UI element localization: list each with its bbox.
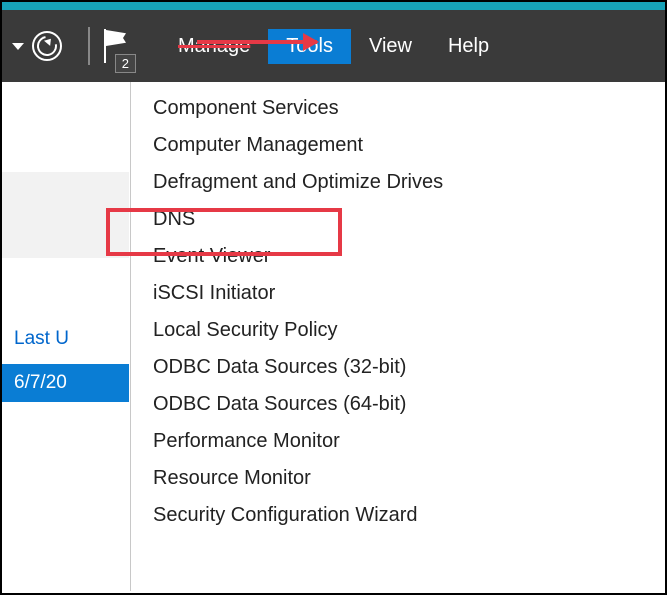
chevron-down-icon[interactable]	[12, 43, 24, 50]
refresh-icon[interactable]	[32, 31, 62, 61]
toolbar-divider	[88, 27, 90, 65]
tools-item-perfmon[interactable]: Performance Monitor	[131, 423, 665, 460]
tools-item-defragment[interactable]: Defragment and Optimize Drives	[131, 164, 665, 201]
content-area: Last U 6/7/20 Component Services Compute…	[2, 82, 665, 591]
left-panel: Last U 6/7/20	[2, 82, 130, 591]
tools-item-odbc-32[interactable]: ODBC Data Sources (32-bit)	[131, 349, 665, 386]
last-updated-link[interactable]: Last U	[2, 320, 129, 358]
tools-item-dns[interactable]: DNS	[131, 201, 665, 238]
tools-item-iscsi[interactable]: iSCSI Initiator	[131, 275, 665, 312]
title-bar-strip	[2, 2, 665, 10]
tools-item-local-security[interactable]: Local Security Policy	[131, 312, 665, 349]
tools-item-security-config[interactable]: Security Configuration Wizard	[131, 497, 665, 534]
notifications-count: 2	[115, 54, 136, 73]
annotation-arrow	[197, 40, 317, 44]
panel-section	[2, 172, 129, 258]
tools-item-component-services[interactable]: Component Services	[131, 90, 665, 127]
tools-item-odbc-64[interactable]: ODBC Data Sources (64-bit)	[131, 386, 665, 423]
tools-item-computer-management[interactable]: Computer Management	[131, 127, 665, 164]
tools-item-resmon[interactable]: Resource Monitor	[131, 460, 665, 497]
menu-manage[interactable]: Manage	[160, 29, 268, 64]
main-menu: Manage Tools View Help	[160, 29, 507, 64]
tools-item-event-viewer[interactable]: Event Viewer	[131, 238, 665, 275]
menu-view[interactable]: View	[351, 29, 430, 64]
menu-help[interactable]: Help	[430, 29, 507, 64]
tools-dropdown: Component Services Computer Management D…	[131, 82, 665, 591]
date-selected-row[interactable]: 6/7/20	[2, 364, 129, 402]
notifications-flag[interactable]: 2	[102, 29, 130, 63]
toolbar: 2 Manage Tools View Help	[2, 10, 665, 82]
